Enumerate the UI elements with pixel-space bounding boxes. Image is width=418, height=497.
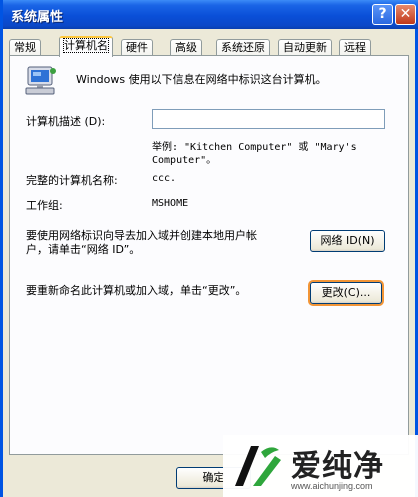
- tab-automatic-updates[interactable]: 自动更新: [278, 39, 332, 56]
- full-name-label: 完整的计算机名称:: [26, 174, 118, 187]
- watermark-title: 爱纯净: [291, 449, 384, 484]
- help-button[interactable]: ?: [372, 4, 393, 25]
- tab-computer-name[interactable]: 计算机名: [59, 36, 113, 57]
- close-button[interactable]: ✕: [395, 4, 416, 25]
- tab-system-restore[interactable]: 系统还原: [216, 39, 270, 56]
- example-text-line2: Computer"。: [152, 155, 217, 166]
- title-bar[interactable]: 系统属性 ? ✕: [3, 0, 418, 29]
- tab-general[interactable]: 常规: [9, 39, 41, 56]
- full-name-value: ccc.: [152, 173, 177, 184]
- workgroup-label: 工作组:: [26, 199, 63, 212]
- description-label: 计算机描述 (D):: [26, 115, 106, 128]
- rename-description: 要重新命名此计算机或加入域，单击“更改”。: [26, 284, 247, 297]
- window-title: 系统属性: [11, 10, 64, 25]
- tab-remote[interactable]: 远程: [339, 39, 371, 56]
- tab-advanced[interactable]: 高级: [170, 39, 202, 56]
- change-button[interactable]: 更改(C)...: [310, 282, 382, 304]
- computer-icon: [25, 66, 56, 95]
- workgroup-value: MSHOME: [152, 198, 189, 209]
- network-id-description-line2: 户，请单击“网络 ID”。: [26, 243, 141, 256]
- computer-description-input[interactable]: [152, 109, 385, 129]
- watermark: 爱纯净 www.aichunjing.com: [223, 435, 418, 497]
- computer-name-panel: Windows 使用以下信息在网络中标识这台计算机。 计算机描述 (D): 举例…: [9, 55, 409, 455]
- watermark-url: www.aichunjing.com: [291, 481, 373, 491]
- watermark-logo-icon: [235, 446, 281, 486]
- network-id-button[interactable]: 网络 ID(N): [310, 230, 385, 252]
- system-properties-window: 系统属性 ? ✕ 常规 计算机名 硬件 高级 系统还原 自动更新 远程 Wind…: [0, 0, 418, 497]
- intro-text: Windows 使用以下信息在网络中标识这台计算机。: [76, 73, 327, 86]
- tab-hardware[interactable]: 硬件: [121, 39, 153, 56]
